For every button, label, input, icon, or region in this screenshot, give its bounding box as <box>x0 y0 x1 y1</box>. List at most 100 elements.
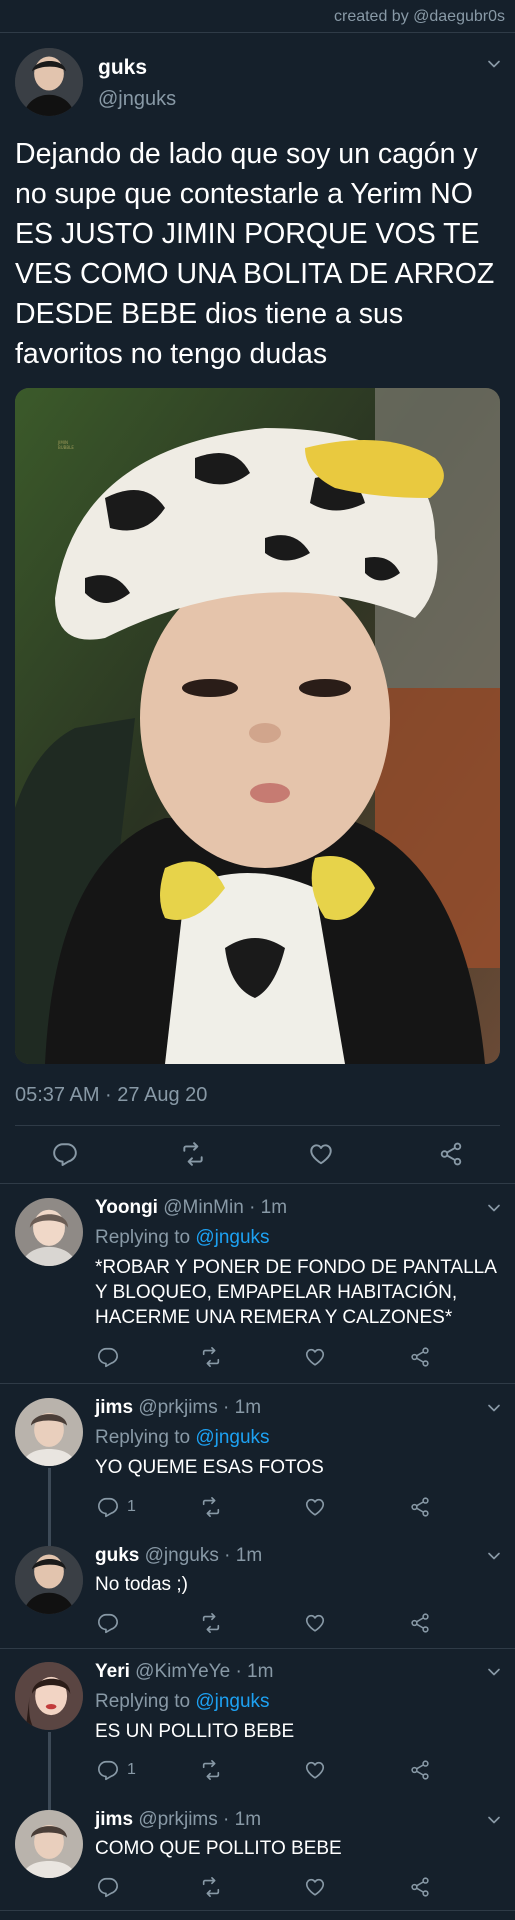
share-icon <box>409 1612 431 1634</box>
avatar-image <box>15 1398 83 1466</box>
retweet-icon <box>200 1759 222 1781</box>
retweet-button[interactable] <box>180 1141 206 1167</box>
credit-text: created by @daegubr0s <box>333 8 505 25</box>
like-button[interactable] <box>304 1496 326 1518</box>
author-name[interactable]: guks <box>95 1545 139 1566</box>
share-button[interactable] <box>438 1141 464 1167</box>
chevron-down-icon[interactable] <box>484 1198 504 1218</box>
replying-prefix: Replying to <box>95 1427 196 1448</box>
reply-icon <box>97 1612 119 1634</box>
avatar[interactable] <box>15 1662 83 1730</box>
avatar[interactable] <box>15 1546 83 1614</box>
thread-line <box>48 1732 51 1810</box>
avatar[interactable] <box>15 1198 83 1266</box>
reply-time: · 1m <box>249 1197 288 1218</box>
thread-line <box>48 1468 51 1546</box>
reply-button[interactable] <box>97 1612 127 1634</box>
mention-link[interactable]: @jnguks <box>195 1227 269 1248</box>
author-name[interactable]: jims <box>95 1397 133 1418</box>
mention-link[interactable]: @jnguks <box>195 1427 269 1448</box>
tweet-photo[interactable]: JIMIN BUBBLE <box>15 388 500 1064</box>
author-handle[interactable]: @prkjims <box>138 1397 217 1418</box>
chevron-down-icon[interactable] <box>484 1398 504 1418</box>
like-button[interactable] <box>304 1759 326 1781</box>
reply-text: *ROBAR Y PONER DE FONDO DE PANTALLA Y BL… <box>95 1257 496 1328</box>
retweet-button[interactable] <box>200 1496 222 1518</box>
reply-button[interactable]: 1 <box>97 1759 136 1781</box>
like-icon <box>304 1496 326 1518</box>
author-handle[interactable]: @prkjims <box>138 1809 217 1830</box>
author-name[interactable]: Yoongi <box>95 1197 158 1218</box>
share-button[interactable] <box>409 1876 431 1898</box>
retweet-button[interactable] <box>200 1346 222 1368</box>
replying-to: Replying to @jnguks <box>95 1427 270 1449</box>
like-button[interactable] <box>304 1612 326 1634</box>
avatar[interactable] <box>15 1810 83 1878</box>
share-icon <box>409 1346 431 1368</box>
share-icon <box>409 1876 431 1898</box>
retweet-button[interactable] <box>200 1876 222 1898</box>
share-icon <box>409 1496 431 1518</box>
avatar-image <box>15 1546 83 1614</box>
avatar[interactable] <box>15 1398 83 1466</box>
reply-time: · 1m <box>223 1809 262 1830</box>
retweet-icon <box>200 1876 222 1898</box>
reply-button[interactable] <box>97 1346 127 1368</box>
avatar-image <box>15 1198 83 1266</box>
reply-button[interactable]: 1 <box>97 1496 136 1518</box>
author-handle[interactable]: @jnguks <box>145 1545 219 1566</box>
like-button[interactable] <box>304 1876 326 1898</box>
author-handle[interactable]: @MinMin <box>163 1197 244 1218</box>
retweet-icon <box>180 1141 206 1167</box>
retweet-icon <box>200 1346 222 1368</box>
reply-icon <box>97 1876 119 1898</box>
reply-time: · 1m <box>235 1661 274 1682</box>
retweet-button[interactable] <box>200 1759 222 1781</box>
reply-header: jims @prkjims · 1m <box>95 1809 261 1831</box>
divider <box>0 1183 515 1184</box>
share-icon <box>438 1141 464 1167</box>
replying-prefix: Replying to <box>95 1691 196 1712</box>
photo-watermark: JIMIN BUBBLE <box>58 440 74 450</box>
reply-time: · 1m <box>224 1545 263 1566</box>
reply-header: jims @prkjims · 1m <box>95 1397 261 1419</box>
tweet-text: Dejando de lado que soy un cagón y no su… <box>15 138 495 370</box>
like-button[interactable] <box>304 1346 326 1368</box>
retweet-button[interactable] <box>200 1612 222 1634</box>
author-name[interactable]: Yeri <box>95 1661 130 1682</box>
reply-icon <box>97 1759 119 1781</box>
share-button[interactable] <box>409 1759 431 1781</box>
chevron-down-icon[interactable] <box>484 1546 504 1566</box>
author-name[interactable]: jims <box>95 1809 133 1830</box>
share-icon <box>409 1759 431 1781</box>
tweet-timestamp[interactable]: 05:37 AM · 27 Aug 20 <box>15 1084 207 1107</box>
replying-to: Replying to @jnguks <box>95 1227 270 1249</box>
reply-text: COMO QUE POLLITO BEBE <box>95 1838 342 1859</box>
chevron-down-icon[interactable] <box>484 54 504 74</box>
avatar-image <box>15 1662 83 1730</box>
share-button[interactable] <box>409 1346 431 1368</box>
share-button[interactable] <box>409 1496 431 1518</box>
reply-header: Yoongi @MinMin · 1m <box>95 1197 287 1219</box>
divider <box>0 1910 515 1911</box>
share-button[interactable] <box>409 1612 431 1634</box>
divider <box>0 1383 515 1384</box>
replying-to: Replying to @jnguks <box>95 1691 270 1713</box>
mention-link[interactable]: @jnguks <box>195 1691 269 1712</box>
like-icon <box>304 1876 326 1898</box>
author-handle[interactable]: @KimYeYe <box>135 1661 230 1682</box>
avatar[interactable] <box>15 48 83 116</box>
like-button[interactable] <box>308 1141 334 1167</box>
chevron-down-icon[interactable] <box>484 1810 504 1830</box>
retweet-icon <box>200 1496 222 1518</box>
author-name[interactable]: guks <box>98 56 147 80</box>
divider <box>0 1648 515 1649</box>
replying-prefix: Replying to <box>95 1227 196 1248</box>
chevron-down-icon[interactable] <box>484 1662 504 1682</box>
reply-button[interactable] <box>52 1141 78 1167</box>
retweet-icon <box>200 1612 222 1634</box>
reply-button[interactable] <box>97 1876 127 1898</box>
divider <box>0 32 515 33</box>
author-handle[interactable]: @jnguks <box>98 88 176 111</box>
like-icon <box>304 1759 326 1781</box>
